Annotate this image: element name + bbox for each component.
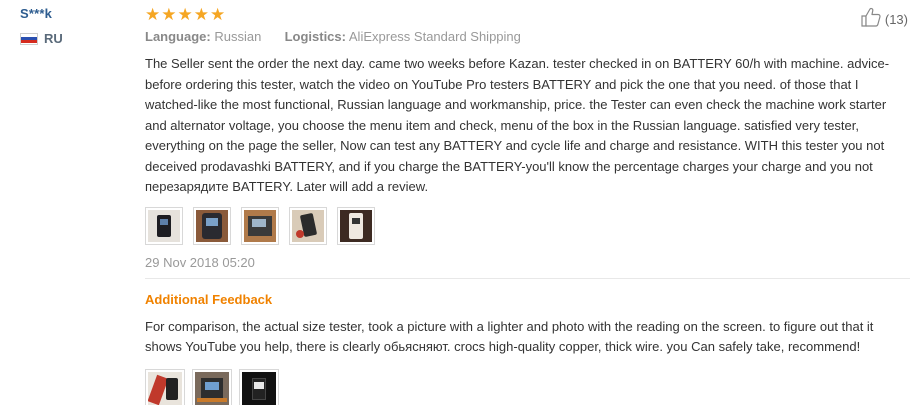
- review-main: ★ ★ ★ ★ ★ Language: Russian Logistics: A…: [145, 4, 910, 405]
- review-photo-thumbnail[interactable]: [241, 206, 279, 245]
- reviewer-info: S***k RU: [20, 6, 130, 46]
- star-icon: ★: [210, 4, 226, 24]
- star-icon: ★: [145, 4, 161, 24]
- additional-feedback-photos: [145, 368, 910, 405]
- additional-photo-thumbnail[interactable]: [192, 368, 232, 405]
- language-value: Russian: [214, 29, 262, 44]
- country-code: RU: [44, 31, 63, 46]
- review-date: 29 Nov 2018 05:20: [145, 254, 255, 270]
- review-photo-thumbnail[interactable]: [193, 206, 231, 245]
- additional-photo-thumbnail[interactable]: [239, 368, 279, 405]
- review-photo-thumbnail[interactable]: [289, 206, 327, 245]
- star-icon: ★: [161, 4, 177, 24]
- thumbs-up-icon[interactable]: [860, 6, 882, 33]
- star-icon: ★: [177, 4, 193, 24]
- language-label: Language:: [145, 29, 211, 44]
- additional-photo-thumbnail[interactable]: [145, 368, 185, 405]
- review-meta: Language: Russian Logistics: AliExpress …: [145, 29, 910, 44]
- star-rating: ★ ★ ★ ★ ★: [145, 4, 910, 24]
- helpful-count: (13): [884, 12, 908, 27]
- divider: [145, 277, 910, 279]
- review-text: The Seller sent the order the next day. …: [145, 56, 890, 194]
- additional-feedback-title: Additional Feedback: [145, 291, 273, 307]
- star-icon: ★: [193, 4, 209, 24]
- logistics-label: Logistics:: [284, 29, 346, 44]
- review-photos: [145, 206, 910, 245]
- russia-flag-icon: [20, 32, 38, 45]
- reviewer-name: S***k: [20, 6, 53, 21]
- additional-feedback-text: For comparison, the actual size tester, …: [145, 318, 874, 354]
- helpful-button[interactable]: (13): [860, 6, 908, 33]
- logistics-value: AliExpress Standard Shipping: [348, 29, 521, 44]
- review-photo-thumbnail[interactable]: [145, 206, 183, 245]
- reviewer-country: RU: [20, 31, 130, 46]
- review-photo-thumbnail[interactable]: [337, 206, 375, 245]
